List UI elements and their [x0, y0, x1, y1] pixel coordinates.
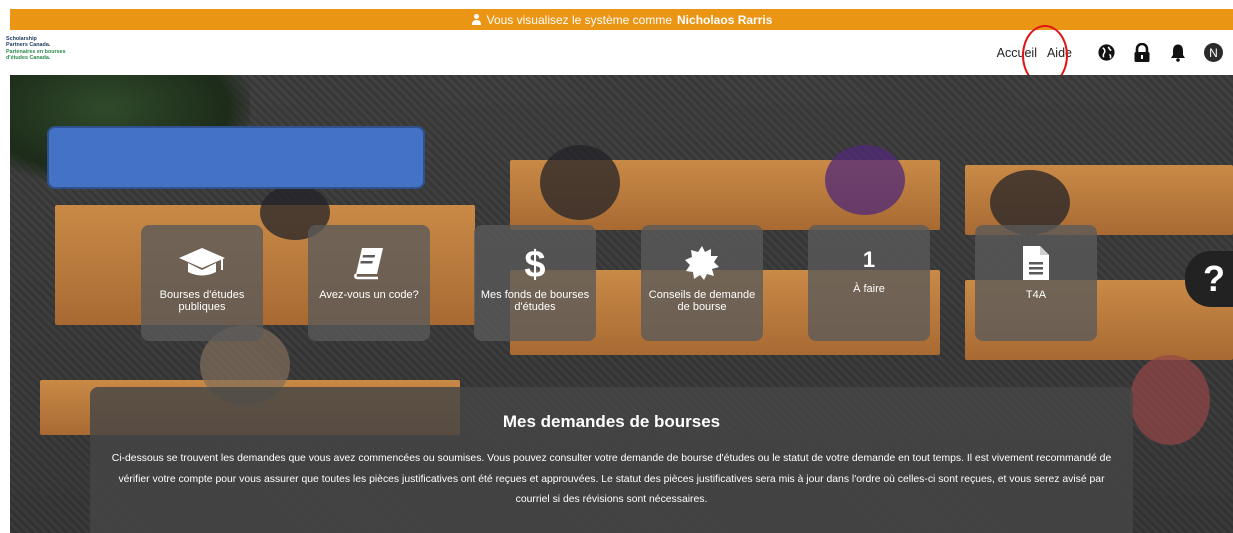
bell-icon[interactable] [1168, 43, 1188, 63]
graduation-cap-icon [178, 237, 226, 289]
tile-label: Bourses d'études publiques [159, 289, 245, 313]
hero-section: Bourses d'études publiques Avez-vous un … [10, 75, 1233, 533]
tile-my-funds[interactable]: $ Mes fonds de bourses d'études [474, 225, 596, 341]
applications-description: Ci-dessous se trouvent les demandes que … [111, 453, 1112, 505]
to-do-count: 1 [863, 237, 875, 283]
globe-icon[interactable] [1096, 43, 1116, 63]
tile-label: Mes fonds de bourses d'études [480, 289, 590, 313]
help-floating-button[interactable]: ? [1185, 251, 1233, 307]
lock-icon[interactable] [1132, 42, 1152, 63]
book-icon [352, 237, 386, 289]
tile-have-a-code[interactable]: Avez-vous un code? [308, 225, 430, 341]
tile-label: Conseils de demande de bourse [648, 289, 756, 313]
document-icon [1021, 237, 1051, 289]
tile-label: Avez-vous un code? [319, 289, 419, 301]
tile-public-scholarships[interactable]: Bourses d'études publiques [141, 225, 263, 341]
user-icon [471, 14, 482, 25]
applications-title: Mes demandes de bourses [502, 412, 721, 431]
top-navbar: Scholarship Partners Canada. Partenaires… [0, 30, 1233, 75]
impersonation-banner: Vous visualisez le système comme Nichola… [10, 9, 1233, 30]
dollar-icon: $ [522, 237, 548, 289]
impersonated-user-name: Nicholaos Rarris [677, 12, 773, 27]
tile-application-tips[interactable]: Conseils de demande de bourse [641, 225, 763, 341]
nav-link-home[interactable]: Accueil [997, 46, 1037, 60]
tile-t4a[interactable]: T4A [975, 225, 1097, 341]
redacted-title-box [47, 126, 425, 189]
impersonation-text: Vous visualisez le système comme [486, 12, 673, 27]
user-avatar[interactable]: N [1204, 43, 1223, 62]
background-person [1130, 355, 1210, 445]
svg-text:$: $ [524, 244, 545, 283]
badge-icon [684, 237, 720, 289]
background-person [825, 145, 905, 215]
logo-line-4: d'études Canada. [6, 54, 51, 61]
nav-links: Accueil Aide N [997, 30, 1223, 75]
tile-label: À faire [853, 283, 885, 295]
site-logo[interactable]: Scholarship Partners Canada. Partenaires… [6, 36, 80, 66]
tile-label: T4A [1025, 289, 1047, 301]
my-applications-panel: Mes demandes de bourses Ci-dessous se tr… [90, 387, 1133, 533]
to-do-count-value: 1 [862, 247, 876, 272]
page: Vous visualisez le système comme Nichola… [0, 0, 1233, 533]
background-person [540, 145, 620, 220]
nav-link-help[interactable]: Aide [1047, 46, 1072, 60]
tile-to-do[interactable]: 1 À faire [808, 225, 930, 341]
